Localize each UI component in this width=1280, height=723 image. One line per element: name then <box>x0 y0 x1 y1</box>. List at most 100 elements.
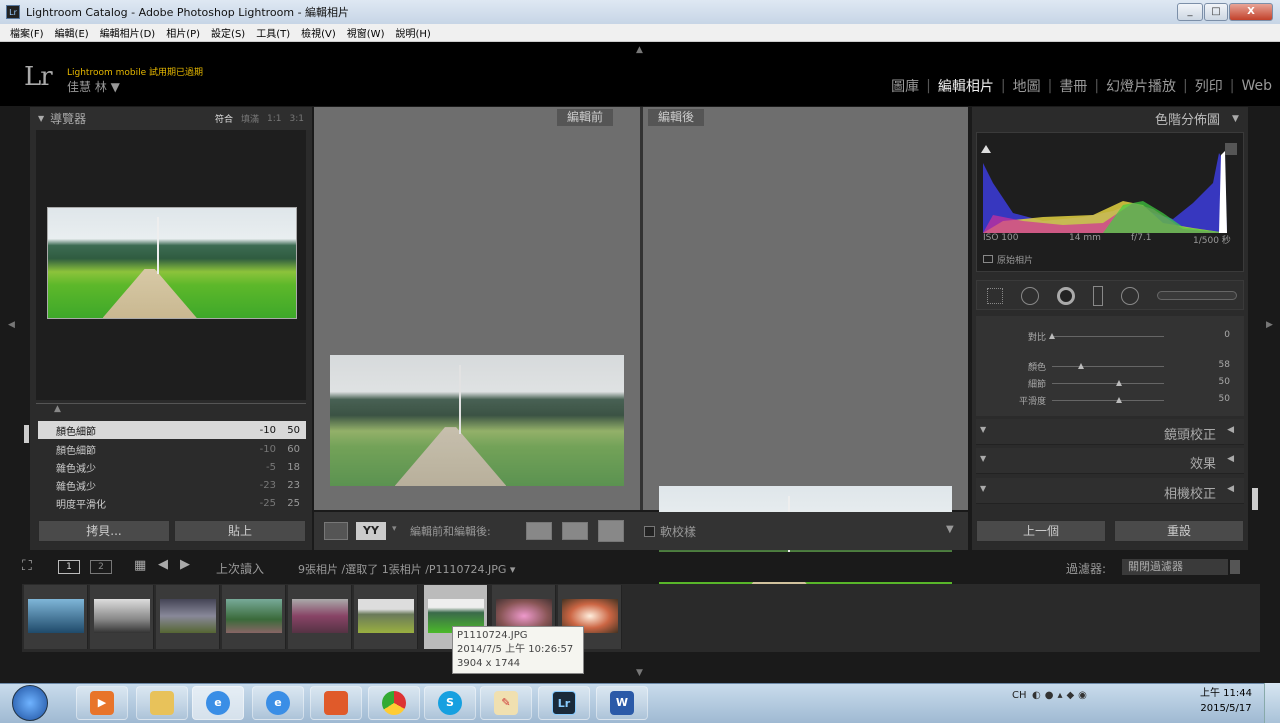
filmstrip-info[interactable]: 9張相片 /選取了 1張相片 /P1110724.JPG ▾ <box>298 561 515 577</box>
taskbar-lightroom[interactable]: Lr <box>538 686 590 720</box>
back-arrow-icon[interactable]: ◀ <box>158 557 168 572</box>
panel-switch-icon[interactable]: ▼ <box>980 425 986 434</box>
filmstrip-thumb[interactable] <box>288 585 352 649</box>
history-row-selected[interactable]: 顏色細節 -10 50 <box>38 421 306 439</box>
zoom-fit[interactable]: 符合 <box>215 112 233 125</box>
filmstrip-thumb[interactable] <box>156 585 220 649</box>
filmstrip-thumb[interactable] <box>24 585 88 649</box>
slider-knob[interactable] <box>1049 333 1055 339</box>
crop-tool-icon[interactable] <box>987 288 1003 304</box>
left-panel-toggle-icon[interactable]: ◀ <box>8 320 15 330</box>
forward-arrow-icon[interactable]: ▶ <box>180 557 190 572</box>
slider-knob[interactable] <box>1116 380 1123 386</box>
previous-button[interactable]: 上一個 <box>976 520 1106 542</box>
taskbar-office[interactable] <box>310 686 362 720</box>
display-2-button[interactable]: 2 <box>90 560 112 574</box>
close-button[interactable]: X <box>1229 3 1273 21</box>
zoom-fill[interactable]: 填滿 <box>241 112 259 125</box>
zoom-1-1[interactable]: 1:1 <box>267 114 281 124</box>
taskbar-media-player[interactable]: ▶ <box>76 686 128 720</box>
history-row[interactable]: 明度平滑化 -25 25 <box>38 494 306 512</box>
collapse-triangle-icon[interactable]: ▼ <box>38 114 44 123</box>
history-header[interactable]: ▲ <box>36 403 306 415</box>
soft-proof-checkbox[interactable] <box>644 526 655 537</box>
module-book[interactable]: 書冊 <box>1059 76 1087 96</box>
menu-help[interactable]: 說明(H) <box>395 25 430 40</box>
adjustment-brush-icon[interactable] <box>1157 291 1237 300</box>
graduated-filter-icon[interactable] <box>1093 286 1103 306</box>
navigator-header[interactable]: ▼ 導覽器 符合 填滿 1:1 3:1 <box>30 107 312 130</box>
toolbar-menu-icon[interactable]: ▼ <box>946 524 954 535</box>
before-photo[interactable] <box>330 355 624 486</box>
collapse-triangle-icon[interactable]: ▼ <box>1232 114 1239 124</box>
menu-view[interactable]: 檢視(V) <box>301 25 336 40</box>
right-scrollbar[interactable] <box>1252 488 1258 510</box>
copy-after-to-before-icon[interactable] <box>562 522 588 540</box>
slider-smoothness[interactable]: 平滑度 50 <box>976 394 1244 408</box>
slider-knob[interactable] <box>1078 363 1085 369</box>
module-slideshow[interactable]: 幻燈片播放 <box>1106 76 1176 96</box>
history-row[interactable]: 顏色細節 -10 60 <box>38 440 306 458</box>
start-button[interactable] <box>12 685 48 721</box>
section-effects[interactable]: ▼ 效果 ◀ <box>976 448 1244 474</box>
paste-button[interactable]: 貼上 <box>174 520 306 542</box>
show-desktop-button[interactable] <box>1264 683 1280 723</box>
slider-knob[interactable] <box>1116 397 1123 403</box>
histogram-title[interactable]: 色階分佈圖 <box>976 110 1244 132</box>
taskbar-skype[interactable]: S <box>424 686 476 720</box>
history-row[interactable]: 雜色減少 -5 18 <box>38 458 306 476</box>
menu-photo[interactable]: 相片(P) <box>166 25 200 40</box>
dropdown-icon[interactable]: ▾ <box>392 524 397 534</box>
filter-select[interactable]: 關閉過濾器 <box>1122 559 1228 575</box>
menu-edit[interactable]: 編輯(E) <box>55 25 89 40</box>
menu-file[interactable]: 檔案(F) <box>10 25 44 40</box>
menu-settings[interactable]: 設定(S) <box>211 25 245 40</box>
module-library[interactable]: 圖庫 <box>891 76 919 96</box>
swap-before-after-icon[interactable] <box>598 520 624 542</box>
reset-button[interactable]: 重設 <box>1114 520 1244 542</box>
right-panel-toggle-icon[interactable]: ▶ <box>1266 320 1273 330</box>
taskbar-ie-active[interactable]: e <box>192 686 244 720</box>
zoom-3-1[interactable]: 3:1 <box>290 114 304 124</box>
collapse-top-icon[interactable]: ▲ <box>636 45 643 55</box>
before-after-view-button[interactable]: YY <box>356 522 386 540</box>
grid-view-icon[interactable]: ▦ <box>134 558 146 573</box>
slider-color[interactable]: 顏色 58 <box>976 360 1244 374</box>
expand-arrow-icon[interactable]: ◀ <box>1227 454 1234 464</box>
spot-removal-icon[interactable] <box>1021 287 1039 305</box>
slider-contrast[interactable]: 對比 0 <box>976 330 1244 344</box>
tray-icons[interactable]: ◐●▴◆◉ <box>1032 690 1091 701</box>
menu-tools[interactable]: 工具(T) <box>256 25 290 40</box>
collapse-bottom-icon[interactable]: ▼ <box>636 668 643 678</box>
filmstrip-thumb[interactable] <box>222 585 286 649</box>
module-map[interactable]: 地圖 <box>1013 76 1041 96</box>
left-scrollbar[interactable] <box>24 425 29 443</box>
copy-before-to-after-icon[interactable] <box>526 522 552 540</box>
loupe-view-icon[interactable] <box>324 522 348 540</box>
panel-switch-icon[interactable]: ▼ <box>980 484 986 493</box>
radial-filter-icon[interactable] <box>1121 287 1139 305</box>
original-photo-checkbox[interactable] <box>983 255 993 263</box>
navigator-photo[interactable] <box>47 207 297 319</box>
history-row[interactable]: 雜色減少 -23 23 <box>38 476 306 494</box>
taskbar-chrome[interactable] <box>368 686 420 720</box>
highlight-clipping-icon[interactable] <box>1225 143 1237 155</box>
taskbar-explorer[interactable] <box>136 686 188 720</box>
filmstrip-thumb[interactable] <box>354 585 418 649</box>
panel-switch-icon[interactable]: ▼ <box>980 454 986 463</box>
taskbar-clock[interactable]: 上午 11:44 2015/5/17 <box>1200 686 1252 716</box>
input-language[interactable]: CH <box>1012 690 1027 701</box>
taskbar-paint[interactable]: ✎ <box>480 686 532 720</box>
shadow-clipping-icon[interactable] <box>981 145 991 153</box>
filmstrip-thumb[interactable] <box>90 585 154 649</box>
red-eye-icon[interactable] <box>1057 287 1075 305</box>
taskbar-ie[interactable]: e <box>252 686 304 720</box>
section-lens-corrections[interactable]: ▼ 鏡頭校正 ◀ <box>976 419 1244 445</box>
taskbar-word[interactable]: W <box>596 686 648 720</box>
menu-window[interactable]: 視窗(W) <box>347 25 385 40</box>
menu-develop[interactable]: 編輯相片(D) <box>100 25 156 40</box>
expand-arrow-icon[interactable]: ◀ <box>1227 484 1234 494</box>
user-name[interactable]: 佳慧 林 ▼ <box>67 78 120 95</box>
histogram-panel[interactable]: ISO 100 14 mm f/7.1 1/500 秒 原始相片 <box>976 132 1244 272</box>
section-camera-calibration[interactable]: ▼ 相機校正 ◀ <box>976 478 1244 504</box>
